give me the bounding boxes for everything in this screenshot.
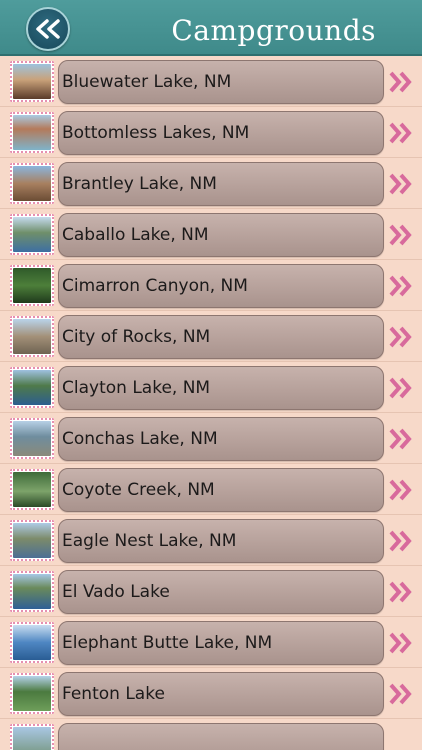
list-item-label: El Vado Lake bbox=[62, 582, 170, 602]
list-item[interactable]: Elephant Butte Lake, NM bbox=[0, 617, 422, 668]
list-item[interactable]: Brantley Lake, NM bbox=[0, 158, 422, 209]
double-chevron-right-icon[interactable] bbox=[388, 427, 414, 451]
double-chevron-right-icon[interactable] bbox=[388, 325, 414, 349]
list-item[interactable]: Coyote Creek, NM bbox=[0, 464, 422, 515]
list-item-button[interactable]: Clayton Lake, NM bbox=[58, 366, 384, 410]
thumbnail-image bbox=[10, 367, 54, 408]
app-header: Campgrounds bbox=[0, 0, 422, 56]
double-chevron-right-icon[interactable] bbox=[388, 223, 414, 247]
double-chevron-right-icon[interactable] bbox=[388, 376, 414, 400]
list-item[interactable]: Bottomless Lakes, NM bbox=[0, 107, 422, 158]
list-item[interactable]: Caballo Lake, NM bbox=[0, 209, 422, 260]
list-item[interactable]: Fenton Lake bbox=[0, 668, 422, 719]
list-item-label: Caballo Lake, NM bbox=[62, 225, 209, 245]
list-item-label: Bottomless Lakes, NM bbox=[62, 123, 250, 143]
list-item-button[interactable]: Bottomless Lakes, NM bbox=[58, 111, 384, 155]
list-item-button[interactable]: El Vado Lake bbox=[58, 570, 384, 614]
double-chevron-right-icon[interactable] bbox=[388, 121, 414, 145]
thumbnail-image bbox=[10, 61, 54, 102]
thumbnail-image bbox=[10, 112, 54, 153]
thumbnail-image bbox=[10, 724, 54, 750]
double-chevron-right-icon[interactable] bbox=[388, 682, 414, 706]
thumbnail-image bbox=[10, 265, 54, 306]
list-item-partial[interactable] bbox=[0, 719, 422, 750]
thumbnail-image bbox=[10, 520, 54, 561]
list-item-label: Eagle Nest Lake, NM bbox=[62, 531, 237, 551]
double-chevron-right-icon[interactable] bbox=[388, 580, 414, 604]
thumbnail-image bbox=[10, 622, 54, 663]
list-item-button[interactable]: Caballo Lake, NM bbox=[58, 213, 384, 257]
double-chevron-right-icon[interactable] bbox=[388, 631, 414, 655]
list-item[interactable]: El Vado Lake bbox=[0, 566, 422, 617]
list-item-button[interactable] bbox=[58, 723, 384, 750]
list-item-button[interactable]: Conchas Lake, NM bbox=[58, 417, 384, 461]
list-item-button[interactable]: Coyote Creek, NM bbox=[58, 468, 384, 512]
list-item[interactable]: Conchas Lake, NM bbox=[0, 413, 422, 464]
thumbnail-image bbox=[10, 673, 54, 714]
list-item[interactable]: Clayton Lake, NM bbox=[0, 362, 422, 413]
list-item[interactable]: Cimarron Canyon, NM bbox=[0, 260, 422, 311]
list-item-label: Clayton Lake, NM bbox=[62, 378, 211, 398]
double-chevron-right-icon[interactable] bbox=[388, 529, 414, 553]
list-item-button[interactable]: Elephant Butte Lake, NM bbox=[58, 621, 384, 665]
list-item[interactable]: Eagle Nest Lake, NM bbox=[0, 515, 422, 566]
back-button[interactable] bbox=[26, 7, 70, 51]
list-item-label: City of Rocks, NM bbox=[62, 327, 211, 347]
list-item-button[interactable]: Bluewater Lake, NM bbox=[58, 60, 384, 104]
page-title: Campgrounds bbox=[171, 14, 376, 47]
campground-list: Bluewater Lake, NM Bottomless Lakes, NM … bbox=[0, 56, 422, 750]
list-item-label: Fenton Lake bbox=[62, 684, 165, 704]
list-item-button[interactable]: Cimarron Canyon, NM bbox=[58, 264, 384, 308]
thumbnail-image bbox=[10, 571, 54, 612]
thumbnail-image bbox=[10, 469, 54, 510]
thumbnail-image bbox=[10, 214, 54, 255]
list-item-label: Conchas Lake, NM bbox=[62, 429, 218, 449]
thumbnail-image bbox=[10, 316, 54, 357]
list-item-label: Cimarron Canyon, NM bbox=[62, 276, 248, 296]
double-chevron-right-icon[interactable] bbox=[388, 274, 414, 298]
list-item-label: Bluewater Lake, NM bbox=[62, 72, 232, 92]
list-item-label: Brantley Lake, NM bbox=[62, 174, 217, 194]
list-item-label: Elephant Butte Lake, NM bbox=[62, 633, 273, 653]
list-item-button[interactable]: Eagle Nest Lake, NM bbox=[58, 519, 384, 563]
double-chevron-right-icon[interactable] bbox=[388, 172, 414, 196]
double-chevron-right-icon[interactable] bbox=[388, 70, 414, 94]
list-item-label: Coyote Creek, NM bbox=[62, 480, 215, 500]
list-item[interactable]: City of Rocks, NM bbox=[0, 311, 422, 362]
list-item-button[interactable]: City of Rocks, NM bbox=[58, 315, 384, 359]
double-chevron-right-icon[interactable] bbox=[388, 478, 414, 502]
list-item-button[interactable]: Brantley Lake, NM bbox=[58, 162, 384, 206]
double-chevron-left-icon bbox=[36, 19, 60, 39]
list-item-button[interactable]: Fenton Lake bbox=[58, 672, 384, 716]
thumbnail-image bbox=[10, 163, 54, 204]
thumbnail-image bbox=[10, 418, 54, 459]
list-item[interactable]: Bluewater Lake, NM bbox=[0, 56, 422, 107]
